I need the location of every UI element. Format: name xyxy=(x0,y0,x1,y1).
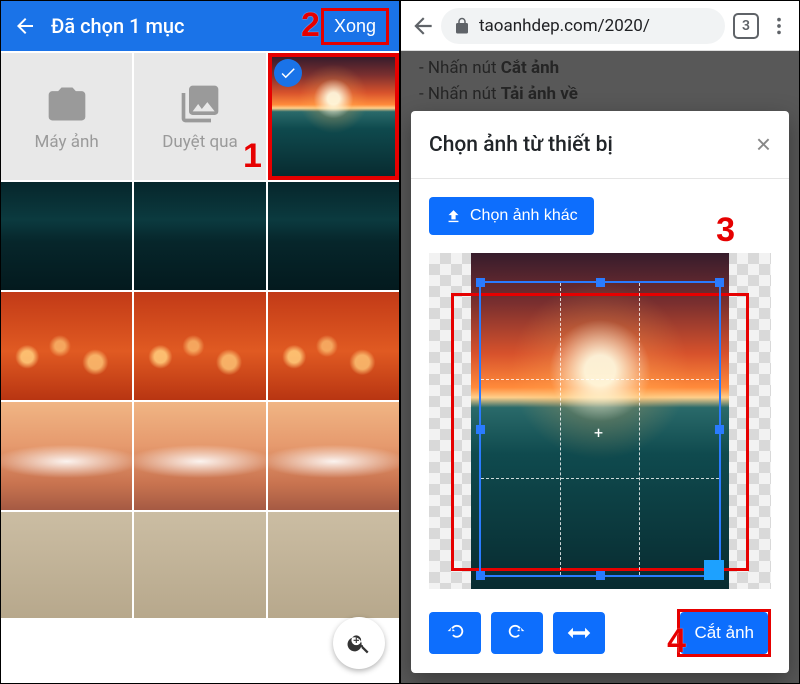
photo-thumb[interactable] xyxy=(134,512,265,618)
rotate-right-icon xyxy=(506,622,528,644)
browser-back-button[interactable] xyxy=(405,13,441,39)
rotate-left-button[interactable] xyxy=(429,612,481,654)
photo-thumb[interactable] xyxy=(134,402,265,510)
photo-selected[interactable] xyxy=(268,53,399,180)
browser-toolbar: taoanhdep.com/2020/ 3 xyxy=(401,1,799,51)
crop-selection[interactable]: + xyxy=(479,281,721,577)
tab-switcher[interactable]: 3 xyxy=(733,13,759,39)
arrow-left-icon xyxy=(13,14,37,38)
modal-actions: Cắt ảnh xyxy=(411,599,789,673)
choose-other-label: Chọn ảnh khác xyxy=(470,207,578,225)
rotate-left-icon xyxy=(444,622,466,644)
crop-handle[interactable] xyxy=(476,425,485,434)
crop-handle[interactable] xyxy=(596,278,605,287)
crop-stage[interactable]: + xyxy=(429,253,771,589)
browse-label: Duyệt qua xyxy=(162,132,238,152)
picker-header: Đã chọn 1 mục Xong xyxy=(1,1,399,51)
photo-thumb[interactable] xyxy=(268,512,399,618)
modal-title: Chọn ảnh từ thiết bị xyxy=(429,133,613,157)
crop-modal: Chọn ảnh từ thiết bị × Chọn ảnh khác + xyxy=(411,111,789,673)
image-stack-icon xyxy=(178,82,222,126)
selected-badge xyxy=(274,59,302,87)
upload-icon xyxy=(445,208,462,225)
photo-thumb[interactable] xyxy=(268,182,399,290)
photo-thumb[interactable] xyxy=(134,182,265,290)
check-icon xyxy=(279,64,297,82)
done-button[interactable]: Xong xyxy=(324,11,386,42)
photo-thumb[interactable] xyxy=(268,402,399,510)
camera-label: Máy ảnh xyxy=(35,132,99,152)
crop-handle[interactable] xyxy=(476,278,485,287)
browser-screen: taoanhdep.com/2020/ 3 - Nhấn nút Cắt ảnh… xyxy=(401,1,799,683)
crop-handle[interactable] xyxy=(704,560,724,580)
url-bar[interactable]: taoanhdep.com/2020/ xyxy=(441,8,725,44)
zoom-fab[interactable] xyxy=(333,617,385,669)
zoom-in-icon xyxy=(346,630,372,656)
photo-thumb[interactable] xyxy=(268,292,399,400)
crop-handle[interactable] xyxy=(476,571,485,580)
lock-icon xyxy=(453,17,471,35)
crop-button-highlight: Cắt ảnh xyxy=(677,609,771,657)
photo-thumb[interactable] xyxy=(1,402,132,510)
crop-center-icon: + xyxy=(594,423,603,442)
modal-header: Chọn ảnh từ thiết bị × xyxy=(411,111,789,179)
choose-other-button[interactable]: Chọn ảnh khác xyxy=(429,197,594,235)
kebab-icon xyxy=(768,15,790,37)
browse-tile[interactable]: Duyệt qua xyxy=(134,53,265,180)
photo-thumb[interactable] xyxy=(134,292,265,400)
photo-thumb[interactable] xyxy=(1,292,132,400)
arrow-left-icon xyxy=(410,13,436,39)
crop-handle[interactable] xyxy=(596,571,605,580)
photo-thumb[interactable] xyxy=(1,512,132,618)
url-text: taoanhdep.com/2020/ xyxy=(479,16,650,36)
done-highlight: Xong xyxy=(321,8,389,45)
modal-body: Chọn ảnh khác + xyxy=(411,179,789,599)
rotate-right-button[interactable] xyxy=(491,612,543,654)
camera-tile[interactable]: Máy ảnh xyxy=(1,53,132,180)
swap-horiz-icon xyxy=(566,623,592,643)
modal-close-button[interactable]: × xyxy=(756,129,771,160)
crop-button-label: Cắt ảnh xyxy=(694,623,754,643)
crop-handle[interactable] xyxy=(715,278,724,287)
back-button[interactable] xyxy=(11,14,39,38)
flip-button[interactable] xyxy=(553,612,605,654)
gallery-picker-screen: Đã chọn 1 mục Xong Máy ảnh Duyệt qua xyxy=(1,1,399,683)
crop-button[interactable]: Cắt ảnh xyxy=(680,612,768,654)
picker-title: Đã chọn 1 mục xyxy=(39,14,321,38)
crop-handle[interactable] xyxy=(715,425,724,434)
browser-menu-button[interactable] xyxy=(767,15,791,37)
camera-icon xyxy=(45,82,89,126)
photo-grid: Máy ảnh Duyệt qua xyxy=(1,51,399,618)
photo-thumb[interactable] xyxy=(1,182,132,290)
